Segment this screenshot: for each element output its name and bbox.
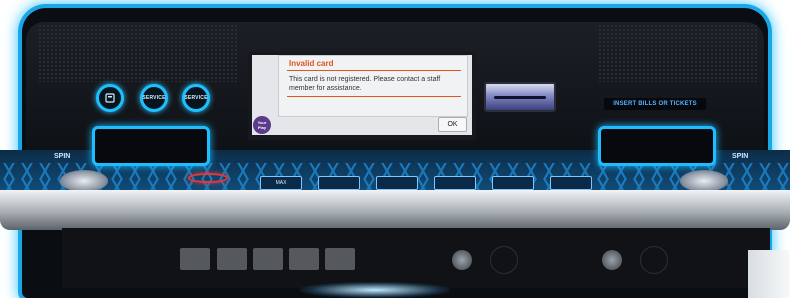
service-button-2[interactable]: SERVICE bbox=[182, 84, 210, 112]
dialog-title: Invalid card bbox=[289, 59, 334, 68]
speaker-grill-left bbox=[38, 24, 238, 82]
ok-button[interactable]: OK bbox=[438, 117, 467, 132]
brand-logo: Your Play bbox=[253, 116, 271, 134]
blank-button-1[interactable] bbox=[180, 248, 210, 270]
bet-button-label-1: MAX bbox=[275, 180, 287, 186]
floor-glow bbox=[300, 282, 450, 298]
dialog-divider-top bbox=[287, 70, 461, 71]
bill-acceptor-slot[interactable] bbox=[484, 82, 556, 112]
spin-label-right: SPIN bbox=[732, 153, 749, 160]
left-spin-bay bbox=[92, 126, 210, 166]
speaker-grill-right bbox=[598, 24, 758, 82]
dialog-message: This card is not registered. Please cont… bbox=[289, 76, 441, 92]
bill-slit bbox=[494, 96, 546, 99]
side-post bbox=[748, 250, 790, 298]
service-button-1[interactable]: SERVICE bbox=[140, 84, 168, 112]
lower-knob-right[interactable] bbox=[602, 250, 622, 270]
spin-button-left[interactable] bbox=[60, 170, 108, 192]
bet-button-2[interactable] bbox=[318, 176, 360, 190]
bet-button-4[interactable] bbox=[434, 176, 476, 190]
blank-button-4[interactable] bbox=[289, 248, 319, 270]
service-label-2: SERVICE bbox=[184, 95, 208, 101]
blank-button-5[interactable] bbox=[325, 248, 355, 270]
card-icon bbox=[105, 93, 115, 103]
bet-button-6[interactable] bbox=[550, 176, 592, 190]
service-label-1: SERVICE bbox=[142, 95, 166, 101]
invalid-card-dialog: Invalid card This card is not registered… bbox=[278, 55, 468, 117]
dialog-divider-bottom bbox=[287, 96, 461, 97]
lower-ring-left bbox=[490, 246, 518, 274]
spin-label-left: SPIN bbox=[54, 153, 71, 160]
blank-button-3[interactable] bbox=[253, 248, 283, 270]
lower-knob-left[interactable] bbox=[452, 250, 472, 270]
cashout-button[interactable] bbox=[188, 173, 228, 183]
bet-button-5[interactable] bbox=[492, 176, 534, 190]
insert-bills-label: INSERT BILLS OR TICKETS bbox=[604, 98, 706, 110]
bet-button-3[interactable] bbox=[376, 176, 418, 190]
brand-logo-text: Your Play bbox=[257, 120, 267, 130]
right-spin-bay bbox=[598, 126, 716, 166]
bet-button-1[interactable]: MAX bbox=[260, 176, 302, 190]
card-reader-button[interactable] bbox=[96, 84, 124, 112]
spin-button-right[interactable] bbox=[680, 170, 728, 192]
lower-ring-right bbox=[640, 246, 668, 274]
chrome-ledge bbox=[0, 190, 790, 230]
blank-button-2[interactable] bbox=[217, 248, 247, 270]
